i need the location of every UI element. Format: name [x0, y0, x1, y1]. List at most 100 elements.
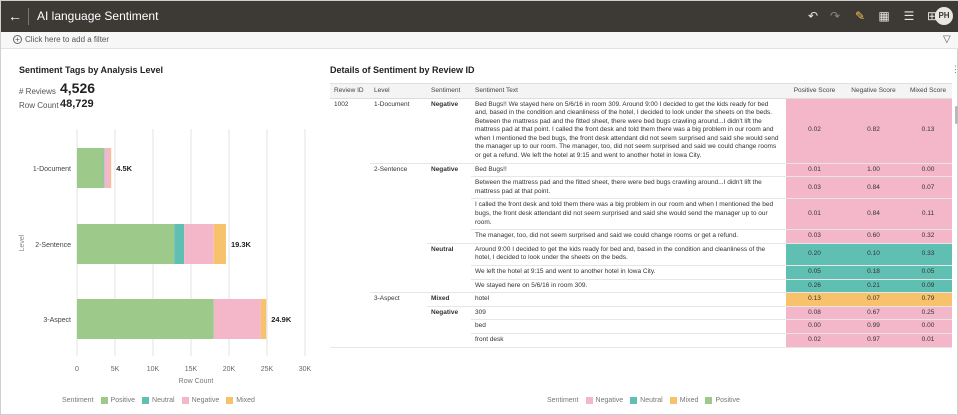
table-row[interactable]: Between the mattress pad and the fitted …: [330, 176, 952, 200]
cell-sentiment-text: front desk: [471, 333, 786, 348]
expand-icon[interactable]: ⋮: [951, 64, 958, 75]
right-legend-label[interactable]: Neutral: [640, 397, 663, 404]
left-legend-label[interactable]: Negative: [192, 397, 220, 404]
cell-positive-score: 0.08: [786, 306, 843, 321]
cell-sentiment: [427, 333, 471, 348]
cell-sentiment: [427, 279, 471, 294]
col-header-sentiment-text[interactable]: Sentiment Text: [471, 84, 786, 99]
cell-level: [370, 279, 427, 294]
redo-icon[interactable]: ↷: [828, 9, 842, 23]
cell-mixed-score: 0.11: [904, 198, 952, 231]
table-row[interactable]: 2-Sentence Negative Bed Bugs!! 0.01 1.00 0.00: [330, 163, 952, 178]
cell-review-id: 1002: [334, 100, 349, 108]
bar-total-label: 24.9K: [271, 315, 292, 324]
bar-segment-mixed: [260, 299, 267, 339]
y-category-label: 3-Aspect: [43, 317, 71, 324]
table-row[interactable]: front desk 0.02 0.97 0.01: [330, 333, 952, 348]
table-row[interactable]: bed 0.00 0.99 0.00: [330, 319, 952, 334]
right-legend-title: Sentiment: [547, 397, 579, 404]
cell-positive-score: 0.02: [786, 98, 843, 164]
cell-review-id: [330, 243, 370, 265]
cell-sentiment: [427, 199, 471, 230]
bar-segment-positive: [77, 299, 214, 339]
col-header-mixed-score[interactable]: Mixed Score: [904, 84, 952, 99]
right-legend-swatch: [585, 397, 593, 404]
avatar[interactable]: PH: [935, 7, 953, 25]
cell-negative-score: 0.99: [843, 319, 904, 334]
cell-mixed-score: 0.00: [904, 163, 952, 178]
cell-negative-score: 0.10: [843, 243, 904, 267]
col-header-sentiment[interactable]: Sentiment: [427, 84, 471, 99]
cell-positive-score: 0.20: [786, 243, 843, 267]
x-tick-label: 15K: [185, 366, 198, 373]
cell-positive-score: 0.05: [786, 265, 843, 280]
table-row[interactable]: 3-Aspect Mixed hotel 0.13 0.07 0.79: [330, 292, 952, 307]
left-legend-swatch: [181, 397, 189, 404]
right-legend: Sentiment Negative Neutral Mixed Positive: [547, 397, 740, 404]
right-panel-title: Details of Sentiment by Review ID: [330, 65, 475, 75]
table-header-row: Review ID Level Sentiment Sentiment Text…: [330, 84, 952, 99]
table-row[interactable]: I called the front desk and told them th…: [330, 198, 952, 231]
col-header-level[interactable]: Level: [370, 84, 427, 99]
cell-negative-score: 0.21: [843, 279, 904, 294]
table-row[interactable]: We stayed here on 5/6/16 in room 309. 0.2…: [330, 279, 952, 294]
cell-negative-score: 0.84: [843, 176, 904, 200]
bar-segment-negative: [104, 148, 111, 188]
cell-mixed-score: 0.13: [904, 98, 952, 164]
bar-segment-positive: [77, 224, 175, 264]
table-row[interactable]: Neutral Around 9:00 I decided to get the …: [330, 243, 952, 267]
cell-review-id: [330, 199, 370, 230]
col-header-negative-score[interactable]: Negative Score: [843, 84, 904, 99]
cell-level: 2-Sentence: [374, 165, 408, 173]
right-legend-swatch: [705, 397, 713, 404]
cell-mixed-score: 0.25: [904, 306, 952, 321]
table-row[interactable]: We left the hotel at 9:15 and went to an…: [330, 265, 952, 280]
cell-review-id: [330, 266, 370, 280]
cell-sentiment-text: We left the hotel at 9:15 and went to an…: [471, 265, 786, 280]
bar-segment-negative: [184, 224, 214, 264]
table-row[interactable]: 1002 1-Document Negative Bed Bugs!! We stay…: [330, 98, 952, 164]
left-legend: Sentiment Positive Neutral Negative Mixed: [62, 397, 255, 404]
table-row[interactable]: The manager, too, did not seem surprised…: [330, 229, 952, 244]
cell-negative-score: 0.67: [843, 306, 904, 321]
left-legend-swatch: [226, 397, 234, 404]
right-legend-label[interactable]: Positive: [715, 397, 740, 404]
cell-sentiment-text: Bed Bugs!! We stayed here on 5/6/16 in r…: [471, 98, 786, 164]
left-legend-label[interactable]: Positive: [111, 397, 136, 404]
x-tick-label: 5K: [111, 366, 120, 373]
right-legend-swatch: [630, 397, 638, 404]
x-tick-label: 30K: [299, 366, 312, 373]
cell-mixed-score: 0.09: [904, 279, 952, 294]
col-header-review-id[interactable]: Review ID: [330, 84, 370, 99]
cell-sentiment: [427, 229, 471, 244]
table-row[interactable]: Negative 309 0.08 0.67 0.25: [330, 306, 952, 321]
cell-mixed-score: 0.79: [904, 292, 952, 307]
sentiment-bar-chart: 0 5K 10K 15K 20K 25K 30K Row Count Level 1-Docume…: [19, 129, 312, 385]
cell-positive-score: 0.03: [786, 176, 843, 200]
left-legend-label[interactable]: Neutral: [152, 397, 175, 404]
filter-funnel-icon[interactable]: ▽: [943, 34, 951, 45]
bar-total-label: 19.3K: [231, 240, 252, 249]
notes-icon[interactable]: ☰: [902, 9, 916, 23]
cell-positive-score: 0.01: [786, 198, 843, 231]
edit-icon[interactable]: ✎: [853, 9, 867, 23]
left-legend-label[interactable]: Mixed: [236, 397, 255, 404]
cell-negative-score: 0.84: [843, 198, 904, 231]
bar-segment-neutral: [174, 224, 185, 264]
cell-positive-score: 0.02: [786, 333, 843, 348]
cell-positive-score: 0.26: [786, 279, 843, 294]
col-header-positive-score[interactable]: Positive Score: [786, 84, 843, 99]
cell-sentiment-text: hotel: [471, 292, 786, 307]
cell-mixed-score: 0.32: [904, 229, 952, 244]
cell-positive-score: 0.03: [786, 229, 843, 244]
cell-review-id: [330, 320, 370, 334]
present-icon[interactable]: ▦: [877, 9, 891, 23]
cell-sentiment-text: Between the mattress pad and the fitted …: [471, 176, 786, 200]
cell-sentiment-text: Around 9:00 I decided to get the kids re…: [471, 243, 786, 267]
bar-segment-negative: [213, 299, 261, 339]
undo-icon[interactable]: ↶: [806, 9, 820, 23]
cell-sentiment-text: 309: [471, 306, 786, 321]
right-legend-label[interactable]: Negative: [596, 397, 624, 404]
y-category-label: 1-Document: [33, 166, 71, 173]
right-legend-label[interactable]: Mixed: [680, 397, 699, 404]
